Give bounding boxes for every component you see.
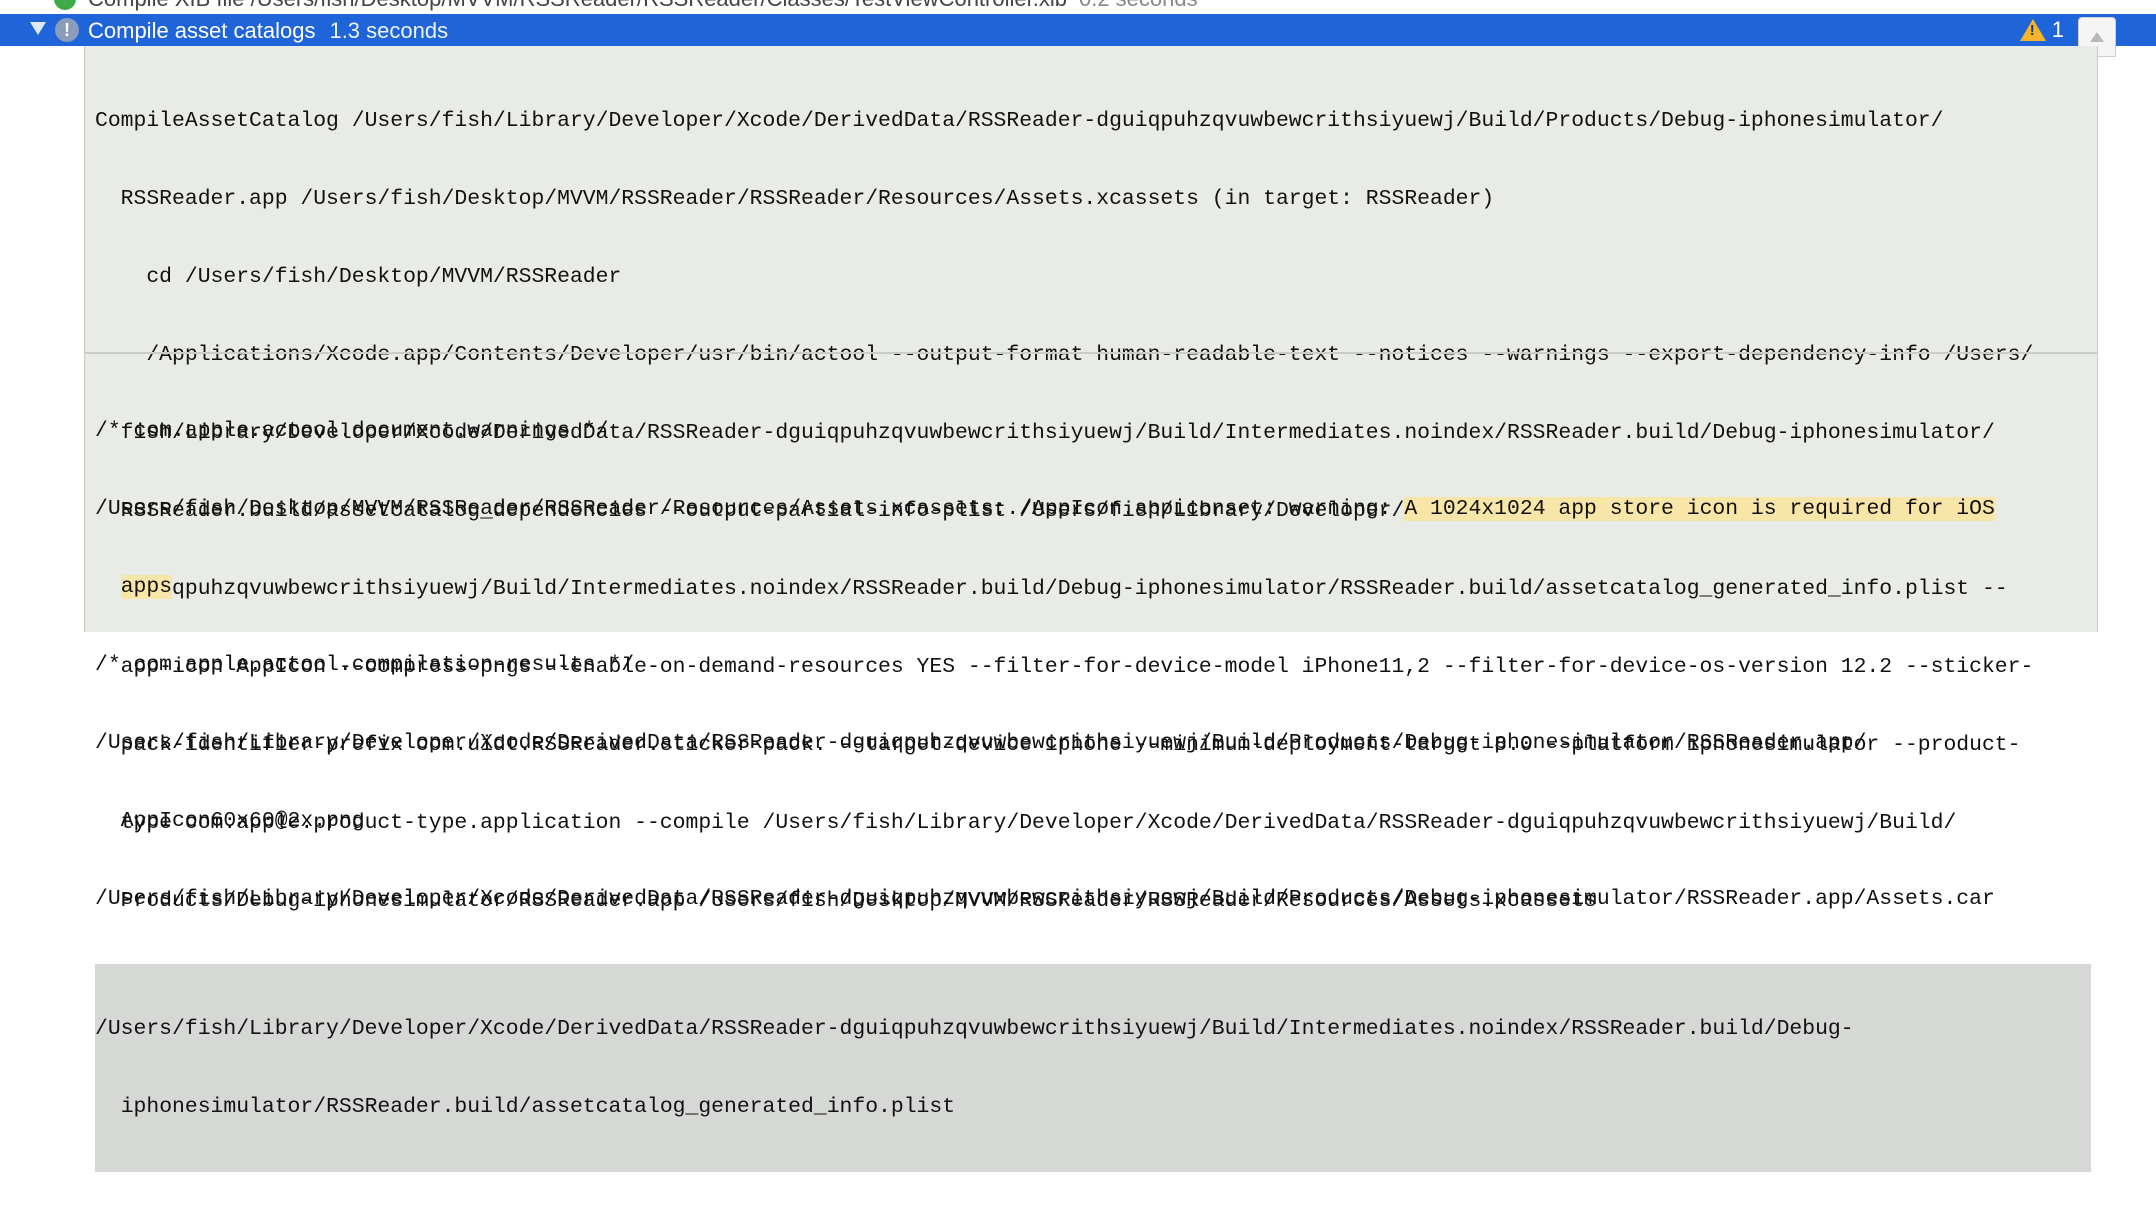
warning-line: /Users/fish/Desktop/MVVM/RSSReader/RSSRe… bbox=[95, 496, 2091, 522]
command-line: RSSReader.app /Users/fish/Desktop/MVVM/R… bbox=[95, 187, 1495, 211]
section-divider bbox=[85, 352, 2097, 354]
previous-step-title: Compile XIB file /Users/fish/Desktop/MVV… bbox=[88, 0, 1198, 12]
warning-line-continued: apps bbox=[95, 574, 2091, 600]
warning-count: 1 bbox=[2051, 17, 2064, 42]
command-line: /Applications/Xcode.app/Contents/Develop… bbox=[95, 343, 2034, 367]
disclosure-triangle-icon[interactable] bbox=[30, 22, 46, 35]
warning-message: A 1024x1024 app store icon is required f… bbox=[1404, 497, 1995, 521]
selected-result-line[interactable]: /Users/fish/Library/Developer/Xcode/Deri… bbox=[95, 964, 2091, 1172]
previous-step-duration: 0.2 seconds bbox=[1079, 0, 1198, 11]
result-line: /Users/fish/Library/Developer/Xcode/Deri… bbox=[95, 887, 1995, 911]
build-step-header[interactable]: ! Compile asset catalogs 1.3 seconds ! 1 bbox=[0, 14, 2156, 57]
results-header: /* com.apple.actool.compilation-results … bbox=[95, 653, 635, 677]
exclamation-icon: ! bbox=[55, 18, 79, 42]
build-step-duration: 1.3 seconds bbox=[329, 18, 449, 43]
output-block: /* com.apple.actool.document.warnings */… bbox=[95, 366, 2091, 1224]
warnings-header: /* com.apple.actool.document.warnings */ bbox=[95, 419, 609, 443]
result-line: /Users/fish/Library/Developer/Xcode/Deri… bbox=[95, 731, 1867, 755]
command-line: CompileAssetCatalog /Users/fish/Library/… bbox=[95, 109, 1944, 133]
previous-build-step-row[interactable]: Compile XIB file /Users/fish/Desktop/MVV… bbox=[0, 0, 2156, 14]
build-step-title: Compile asset catalogs 1.3 seconds bbox=[88, 18, 449, 43]
warning-badge[interactable]: ! 1 bbox=[2019, 17, 2064, 43]
warning-location: /Users/fish/Desktop/MVVM/RSSReader/RSSRe… bbox=[95, 497, 1405, 521]
success-icon bbox=[54, 0, 76, 10]
warning-message-continued: apps bbox=[120, 575, 173, 599]
build-log-panel: CompileAssetCatalog /Users/fish/Library/… bbox=[84, 46, 2098, 1172]
warning-triangle-icon: ! bbox=[2019, 19, 2046, 41]
result-line-continued: AppIcon60x60@2x.png bbox=[120, 809, 365, 833]
command-line: cd /Users/fish/Desktop/MVVM/RSSReader bbox=[95, 265, 622, 289]
